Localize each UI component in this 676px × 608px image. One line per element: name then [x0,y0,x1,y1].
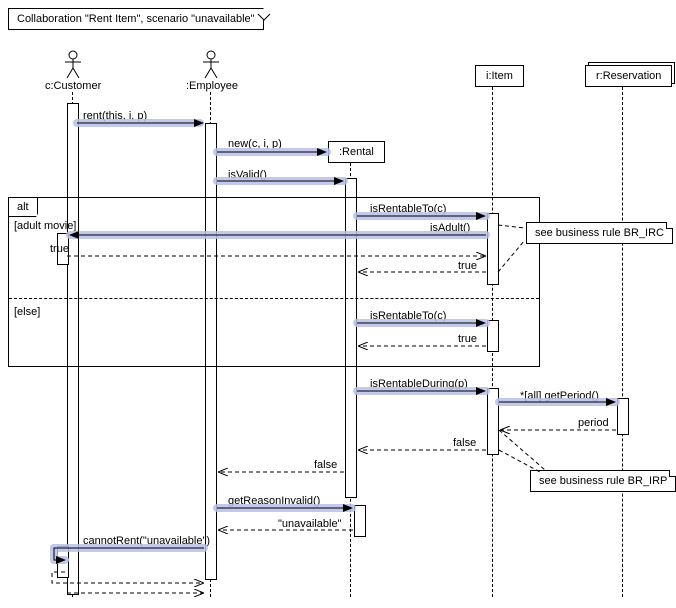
msg-isadult: isAdult() [430,222,470,234]
customer-activation-3 [57,546,69,578]
sequence-diagram: Collaboration "Rent Item", scenario "una… [0,0,676,608]
msg-false1: false [453,437,476,449]
msg-getreason: getReasonInvalid() [228,495,320,507]
customer-label: c:Customer [45,80,101,92]
item-activation-3 [487,388,499,455]
rental-activation-2 [354,505,366,537]
reservation-activation [617,398,629,435]
note-br-irp: see business rule BR_IRP [530,470,676,492]
alt-operator: alt [8,197,38,217]
employee-label: :Employee [186,80,238,92]
note-br-irc: see business rule BR_IRC [526,222,673,244]
msg-getperiod: *[all] getPeriod() [520,390,599,402]
alt-guard-adult: [adult movie] [14,220,76,232]
msg-isvalid: isValid() [228,169,267,181]
msg-isrentableduring: isRentableDuring(p) [370,378,468,390]
frame-header: Collaboration "Rent Item", scenario "una… [8,8,264,30]
msg-period: period [578,417,609,429]
actor-employee-icon [203,50,215,74]
msg-isrentableto1: isRentableTo(c) [370,203,446,215]
msg-cannotrent: cannotRent("unavailable") [83,535,210,547]
reservation-lifeline [622,87,623,597]
alt-guard-else: [else] [14,306,40,318]
msg-true2: true [458,260,477,272]
msg-false2: false [314,459,337,471]
item-object: i:Item [475,65,524,87]
msg-true1: true [50,243,69,255]
msg-unavailable: "unavailable" [278,518,341,530]
alt-divider [9,298,539,299]
actor-customer-icon [65,50,77,74]
reservation-object: r:Reservation [585,65,672,87]
msg-isrentableto2: isRentableTo(c) [370,310,446,322]
msg-true3: true [458,333,477,345]
rental-object: :Rental [328,141,385,163]
msg-new: new(c, i, p) [228,138,282,150]
msg-rent: rent(this, i, p) [83,110,147,122]
